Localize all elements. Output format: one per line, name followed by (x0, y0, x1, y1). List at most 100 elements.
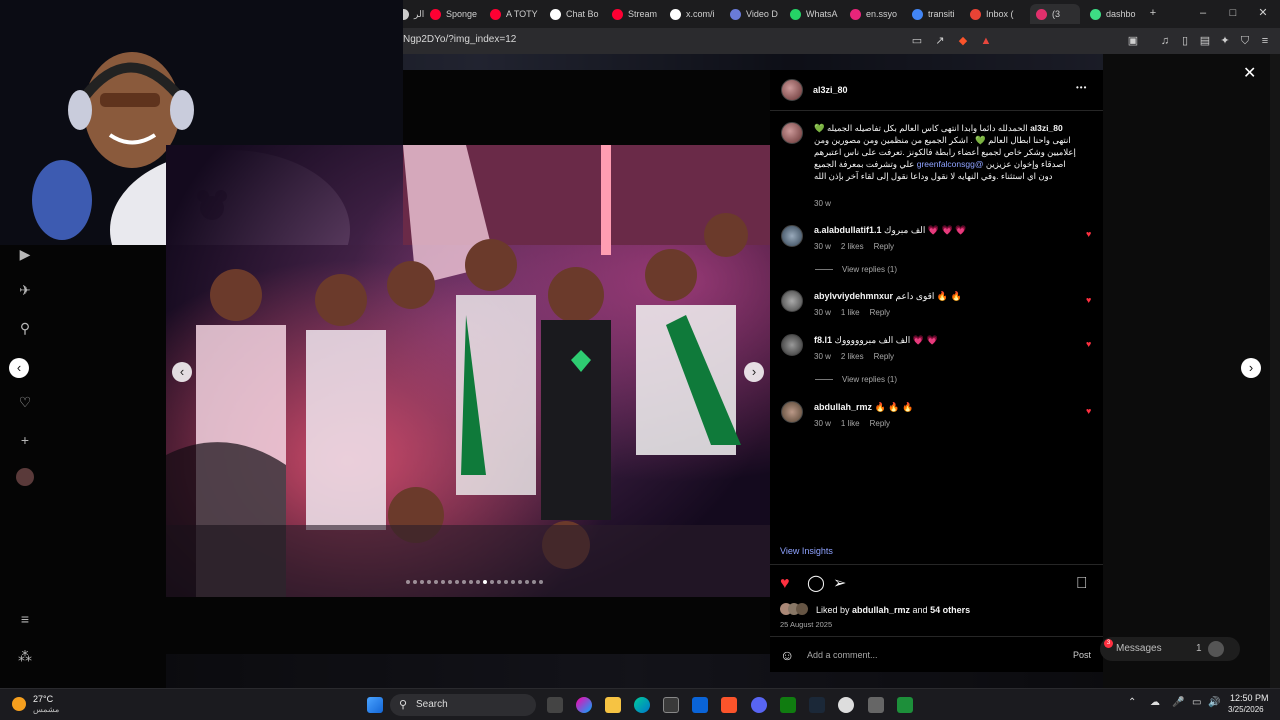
view-replies-button[interactable]: View replies (1) (815, 375, 897, 384)
comment-icon[interactable]: ◯ (807, 575, 825, 593)
clock-time[interactable]: 12:50 PM (1230, 693, 1269, 703)
comment-likes[interactable]: 2 likes (841, 352, 864, 361)
caption-mention-link[interactable]: @greenfalconsgg (917, 159, 984, 169)
caption-username[interactable]: al3zi_80 (1030, 123, 1063, 133)
new-tab-icon[interactable]: + (1146, 6, 1160, 20)
browser-tab[interactable]: WhatsA (790, 4, 845, 24)
add-comment-input[interactable]: Add a comment... (807, 650, 878, 660)
weather-temp[interactable]: 27°C (33, 694, 53, 704)
browser-tab[interactable]: A TOTY (490, 4, 545, 24)
outlook-icon[interactable] (692, 697, 708, 713)
reels-icon[interactable]: ▶ (16, 245, 34, 263)
task-view-icon[interactable] (547, 697, 563, 713)
network-icon[interactable]: ▭ (1192, 697, 1201, 708)
emoji-icon[interactable]: ☺ (780, 647, 794, 663)
comment-likes[interactable]: 1 like (841, 419, 860, 428)
share-icon[interactable]: ➢ (833, 575, 846, 593)
cast-icon[interactable]: ▭ (910, 34, 924, 48)
view-insights-link[interactable]: View Insights (780, 546, 833, 556)
liked-by-user-link[interactable]: abdullah_rmz (852, 605, 910, 615)
also-from-meta-icon[interactable]: ⁂ (16, 647, 34, 665)
browser-tab[interactable]: dashbo (1090, 4, 1140, 24)
save-bookmark-icon[interactable]: ⎕ (1077, 575, 1087, 593)
edge-icon[interactable] (634, 697, 650, 713)
media-icon[interactable]: ♫ (1158, 34, 1172, 48)
leo-ai-icon[interactable]: ✦ (1218, 34, 1232, 48)
comment-reply-button[interactable]: Reply (874, 352, 894, 361)
browser-tab[interactable]: Stream (612, 4, 667, 24)
url-text[interactable]: Ngp2DYo/?img_index=12 (403, 34, 516, 45)
page-scrollbar[interactable] (1270, 54, 1280, 688)
browser-tab[interactable]: (3 (1030, 4, 1080, 24)
comment-reply-button[interactable]: Reply (870, 308, 890, 317)
caption-avatar[interactable] (781, 122, 803, 144)
comment-avatar[interactable] (781, 290, 803, 312)
store-icon[interactable] (663, 697, 679, 713)
prev-post-arrow[interactable]: ‹ (9, 358, 29, 378)
comment-avatar[interactable] (781, 401, 803, 423)
settings-icon[interactable] (868, 697, 884, 713)
post-comment-button[interactable]: Post (1073, 650, 1091, 660)
comment-reply-button[interactable]: Reply (874, 242, 894, 251)
author-avatar[interactable] (781, 79, 803, 101)
browser-tab[interactable]: Sponge (430, 4, 485, 24)
xbox-icon[interactable] (780, 697, 796, 713)
liked-by-others-link[interactable]: 54 others (930, 605, 970, 615)
comment-username[interactable]: f8.l1 (814, 335, 832, 345)
close-window-icon[interactable]: ✕ (1256, 6, 1270, 20)
comment-likes[interactable]: 2 likes (841, 242, 864, 251)
file-explorer-icon[interactable] (605, 697, 621, 713)
photo-next-arrow[interactable]: › (744, 362, 764, 382)
browser-tab[interactable]: x.com/i (670, 4, 725, 24)
comment-likes[interactable]: 1 like (841, 308, 860, 317)
comment-username[interactable]: abdullah_rmz (814, 402, 872, 412)
wallet-icon[interactable]: ▤ (1198, 34, 1212, 48)
obs-icon[interactable] (838, 697, 854, 713)
weather-sun-icon[interactable] (12, 697, 26, 711)
more-options-icon[interactable]: ••• (1076, 83, 1087, 92)
copilot-icon[interactable] (576, 697, 592, 713)
browser-tab[interactable]: Chat Bo (550, 4, 605, 24)
comment-username[interactable]: a.alabdullatif1.1 (814, 225, 882, 235)
browser-tab[interactable]: en.ssyo (850, 4, 905, 24)
clock-date[interactable]: 3/25/2026 (1228, 705, 1264, 714)
brave-icon[interactable] (721, 697, 737, 713)
steam-icon[interactable] (809, 697, 825, 713)
comment-like-heart-icon[interactable]: ♥ (1086, 339, 1091, 349)
view-replies-button[interactable]: View replies (1) (815, 265, 897, 274)
excel-icon[interactable] (897, 697, 913, 713)
close-modal-icon[interactable]: ✕ (1243, 63, 1256, 83)
browser-tab[interactable]: transiti (912, 4, 967, 24)
comment-like-heart-icon[interactable]: ♥ (1086, 406, 1091, 416)
comment-avatar[interactable] (781, 225, 803, 247)
messages-pill[interactable]: 3 Messages 1 (1100, 637, 1240, 661)
profile-avatar-icon[interactable] (16, 468, 34, 486)
comment-like-heart-icon[interactable]: ♥ (1086, 229, 1091, 239)
reader-icon[interactable]: ▯ (1178, 34, 1192, 48)
messages-icon[interactable]: ✈ (16, 281, 34, 299)
brave-shield-icon[interactable]: ◆ (956, 34, 970, 48)
create-icon[interactable]: + (16, 431, 34, 449)
browser-tab[interactable]: Inbox ( (970, 4, 1025, 24)
volume-icon[interactable]: 🔊 (1208, 697, 1220, 708)
photo-prev-arrow[interactable]: ‹ (172, 362, 192, 382)
more-menu-icon[interactable]: ≡ (16, 610, 34, 628)
taskbar-search[interactable]: ⚲ Search (390, 694, 536, 716)
like-heart-icon[interactable]: ♥ (780, 575, 790, 593)
search-icon[interactable]: ⚲ (16, 319, 34, 337)
next-post-arrow[interactable]: › (1241, 358, 1261, 378)
browser-tab[interactable]: Video D (730, 4, 785, 24)
brave-rewards-icon[interactable]: ▲ (979, 34, 993, 48)
sidebar-toggle-icon[interactable]: ▣ (1126, 34, 1140, 48)
post-photo[interactable]: ‹ › (166, 145, 770, 597)
comment-avatar[interactable] (781, 334, 803, 356)
onedrive-icon[interactable]: ☁ (1150, 697, 1160, 708)
author-username[interactable]: al3zi_80 (813, 85, 848, 95)
notifications-icon[interactable]: ♡ (16, 393, 34, 411)
microphone-icon[interactable]: 🎤 (1172, 697, 1184, 708)
maximize-icon[interactable]: □ (1226, 6, 1240, 20)
discord-icon[interactable] (751, 697, 767, 713)
menu-icon[interactable]: ≡ (1258, 34, 1272, 48)
vpn-icon[interactable]: ⛉ (1238, 34, 1252, 48)
comment-like-heart-icon[interactable]: ♥ (1086, 295, 1091, 305)
